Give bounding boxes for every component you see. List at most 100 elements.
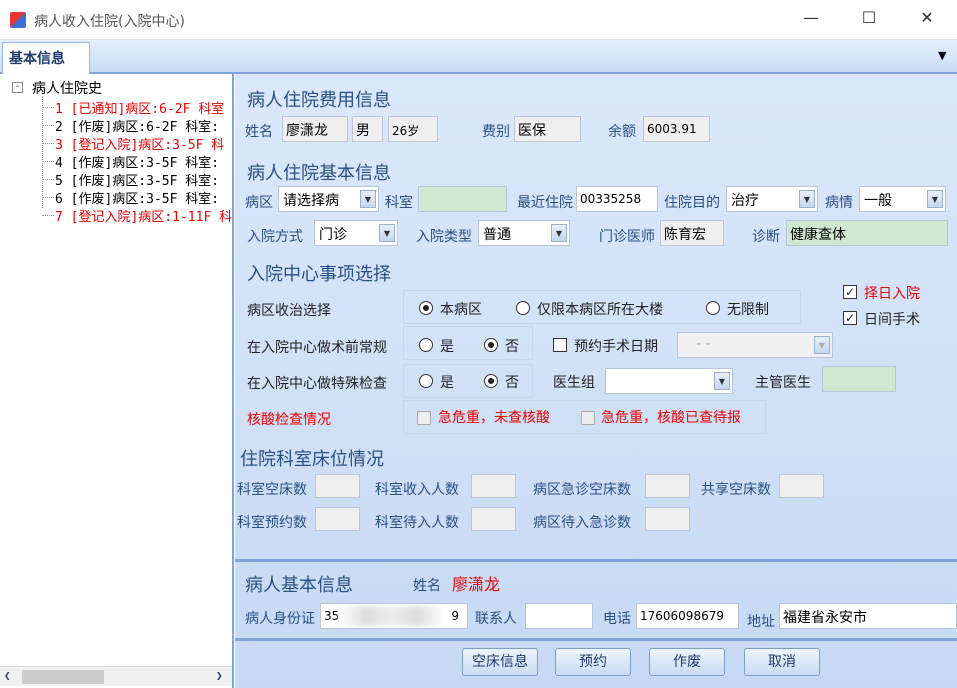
id-prefix: 35 (324, 609, 340, 623)
shared-empty-field (779, 474, 824, 498)
id-field[interactable]: 35 9 (320, 603, 468, 629)
nucleic-opt2-checkbox[interactable] (581, 411, 595, 425)
radio-special-no-label[interactable]: 否 (505, 372, 519, 392)
tree-item[interactable]: 4 [作废]病区:3-5F 科室: (55, 152, 219, 171)
radio-pre-op-no[interactable] (484, 338, 498, 352)
chevron-down-icon[interactable]: ▼ (814, 336, 830, 354)
dept-booked-label: 科室预约数 (237, 515, 307, 531)
nucleic-opt2-label[interactable]: 急危重，核酸已查待报 (601, 407, 741, 427)
attending-label: 主管医生 (755, 375, 811, 391)
outpatient-doctor-field: 陈育宏 (660, 220, 724, 246)
book-op-checkbox[interactable] (553, 338, 567, 352)
radio-building[interactable] (516, 301, 530, 315)
purpose-value: 治疗 (731, 193, 759, 209)
radio-pre-op-yes-label[interactable]: 是 (440, 336, 454, 356)
admission-type-value: 普通 (483, 227, 511, 243)
ward-value: 请选择病 (283, 193, 339, 209)
radio-special-yes[interactable] (419, 374, 433, 388)
maximize-button[interactable]: ☐ (854, 8, 884, 32)
close-button[interactable]: ✕ (912, 8, 942, 32)
empty-bed-button[interactable]: 空床信息 (462, 648, 538, 676)
tree-item[interactable]: 3 [登记入院]病区:3-5F 科 (55, 134, 224, 153)
tree-item[interactable]: 7 [登记入院]病区:1-11F 科 (55, 206, 232, 225)
horizontal-scrollbar[interactable]: ❮ ❯ (0, 666, 232, 686)
day-surgery-checkbox[interactable]: ✓ (843, 311, 857, 325)
radio-pre-op-yes[interactable] (419, 338, 433, 352)
phone-field[interactable]: 17606098679 (636, 603, 739, 629)
tree-root[interactable]: 病人住院史 (32, 78, 102, 98)
recent-label: 最近住院 (517, 195, 573, 211)
book-op-label[interactable]: 预约手术日期 (574, 336, 658, 356)
scroll-right-icon[interactable]: ❯ (216, 669, 223, 682)
recent-admission-field[interactable]: 00335258 (576, 186, 658, 212)
purpose-select[interactable]: 治疗 ▼ (726, 186, 818, 212)
nucleic-opt1-checkbox[interactable] (417, 411, 431, 425)
chevron-down-icon[interactable]: ▼ (799, 190, 815, 208)
tree-item[interactable]: 2 [作废]病区:6-2F 科室: (55, 116, 219, 135)
dept-empty-beds-field (315, 474, 360, 498)
attending-field[interactable] (822, 366, 896, 392)
tree-line (42, 143, 54, 144)
radio-pre-op-no-label[interactable]: 否 (505, 336, 519, 356)
dept-income-field (471, 474, 516, 498)
void-button[interactable]: 作废 (649, 648, 725, 676)
tab-strip: 基本信息 ▼ (0, 40, 957, 74)
collapse-icon[interactable]: - (12, 82, 23, 93)
condition-value: 一般 (864, 193, 892, 209)
minimize-button[interactable]: — (796, 8, 826, 32)
dept-pending-field (471, 507, 516, 531)
beds-section-title: 住院科室床位情况 (240, 449, 384, 470)
address-field[interactable]: 福建省永安市 (779, 603, 957, 629)
radio-building-label[interactable]: 仅限本病区所在大楼 (537, 299, 663, 319)
app-icon (10, 12, 26, 28)
dept-pending-label: 科室待入人数 (375, 515, 459, 531)
tree-item[interactable]: 6 [作废]病区:3-5F 科室: (55, 188, 219, 207)
radio-this-ward[interactable] (419, 301, 433, 315)
id-suffix: 9 (451, 609, 459, 623)
name-label: 姓名 (245, 124, 273, 140)
chevron-down-icon[interactable]: ▼ (714, 372, 730, 390)
scroll-left-icon[interactable]: ❮ (4, 669, 11, 682)
radio-no-limit[interactable] (706, 301, 720, 315)
radio-special-no[interactable] (484, 374, 498, 388)
window-title: 病人收入住院(入院中心) (34, 14, 185, 30)
radio-no-limit-label[interactable]: 无限制 (727, 299, 769, 319)
cancel-button[interactable]: 取消 (744, 648, 820, 676)
chevron-down-icon[interactable]: ▼ (551, 224, 567, 242)
book-op-date[interactable]: - - ▼ (677, 332, 833, 358)
chevron-down-icon[interactable]: ▼ (360, 190, 376, 208)
patient-name-label: 姓名 (413, 578, 441, 594)
dept-field[interactable] (418, 186, 507, 212)
doctor-group-select[interactable]: ▼ (605, 368, 733, 394)
tree-item[interactable]: 1 [已通知]病区:6-2F 科室 (55, 98, 224, 117)
condition-select[interactable]: 一般 ▼ (859, 186, 946, 212)
scroll-thumb[interactable] (22, 670, 104, 684)
method-select[interactable]: 门诊 ▼ (314, 220, 398, 246)
day-surgery-label[interactable]: 日间手术 (864, 309, 920, 329)
center-section-title: 入院中心事项选择 (247, 264, 391, 285)
contact-field[interactable] (525, 603, 593, 629)
admission-type-select[interactable]: 普通 ▼ (478, 220, 570, 246)
chevron-down-icon[interactable]: ▼ (379, 224, 395, 242)
doctor-group-label: 医生组 (553, 375, 595, 391)
radio-special-yes-label[interactable]: 是 (440, 372, 454, 392)
select-day-checkbox[interactable]: ✓ (843, 285, 857, 299)
tab-basic-info[interactable]: 基本信息 (2, 42, 90, 74)
dept-income-label: 科室收入人数 (375, 482, 459, 498)
select-day-label[interactable]: 择日入院 (864, 283, 920, 303)
method-value: 门诊 (319, 227, 347, 243)
nucleic-opt1-label[interactable]: 急危重，未查核酸 (438, 407, 550, 427)
tree-item[interactable]: 5 [作废]病区:3-5F 科室: (55, 170, 219, 189)
book-button[interactable]: 预约 (555, 648, 631, 676)
tree-line (42, 161, 54, 162)
ward-select[interactable]: 请选择病 ▼ (278, 186, 379, 212)
patient-section-title: 病人基本信息 (245, 575, 353, 596)
radio-this-ward-label[interactable]: 本病区 (440, 299, 482, 319)
chevron-down-icon[interactable]: ▼ (927, 190, 943, 208)
tab-dropdown-icon[interactable]: ▼ (938, 49, 946, 62)
method-label: 入院方式 (247, 229, 303, 245)
id-label: 病人身份证 (245, 611, 315, 627)
admission-history-tree[interactable]: - 病人住院史 1 [已通知]病区:6-2F 科室 2 [作废]病区:6-2F 科… (0, 74, 234, 688)
diagnosis-field[interactable]: 健康查体 (786, 220, 948, 246)
ward-emergency-empty-label: 病区急诊空床数 (533, 482, 631, 498)
